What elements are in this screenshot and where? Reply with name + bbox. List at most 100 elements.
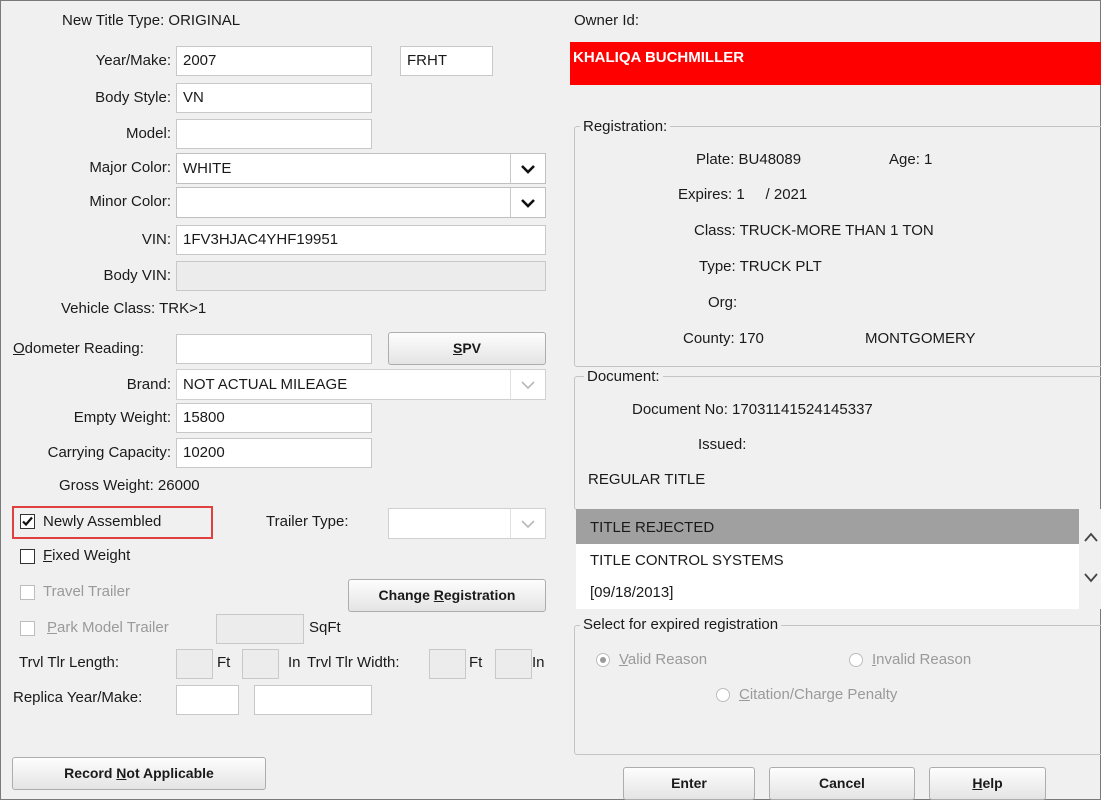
chevron-down-icon[interactable] bbox=[510, 509, 545, 538]
gross-weight-label: Gross Weight: 26000 bbox=[59, 477, 200, 494]
carrying-capacity-input[interactable]: 10200 bbox=[176, 438, 372, 468]
model-label: Model: bbox=[125, 125, 171, 142]
list-item[interactable]: TITLE CONTROL SYSTEMS bbox=[576, 544, 1079, 576]
enter-button[interactable]: Enter bbox=[623, 767, 755, 800]
body-style-input[interactable]: VN bbox=[176, 83, 372, 113]
empty-weight-input[interactable]: 15800 bbox=[176, 403, 372, 433]
registration-group bbox=[574, 126, 1101, 367]
replica-year-input[interactable] bbox=[176, 685, 239, 715]
length-in-label: In bbox=[288, 654, 301, 671]
new-title-type-label: New Title Type: ORIGINAL bbox=[62, 12, 241, 29]
list-item-label: TITLE REJECTED bbox=[590, 519, 715, 536]
help-button[interactable]: Help bbox=[929, 767, 1046, 800]
model-input[interactable] bbox=[176, 119, 372, 149]
trvl-tlr-length-label: Trvl Tlr Length: bbox=[19, 654, 120, 671]
replica-make-input[interactable] bbox=[254, 685, 372, 715]
citation-charge-penalty-label: Citation/Charge Penalty bbox=[739, 686, 898, 703]
list-scrollbar[interactable] bbox=[1079, 509, 1101, 609]
spv-button[interactable]: SPV bbox=[388, 332, 546, 365]
sqft-input[interactable] bbox=[216, 614, 304, 644]
owner-name: KHALIQA BUCHMILLER bbox=[573, 49, 745, 66]
invalid-reason-radio[interactable] bbox=[849, 653, 863, 667]
carrying-capacity-label: Carrying Capacity: bbox=[47, 444, 171, 461]
odometer-input[interactable] bbox=[176, 334, 372, 364]
width-in-input[interactable] bbox=[495, 649, 532, 679]
trailer-type-select[interactable] bbox=[388, 508, 546, 539]
valid-reason-radio[interactable] bbox=[596, 653, 610, 667]
chevron-down-icon[interactable] bbox=[510, 370, 545, 399]
trvl-tlr-width-label: Trvl Tlr Width: bbox=[307, 654, 400, 671]
expires-label: Expires: 1 / 2021 bbox=[678, 186, 808, 203]
brand-label: Brand: bbox=[126, 376, 171, 393]
fixed-weight-checkbox[interactable] bbox=[20, 549, 35, 564]
chevron-down-icon[interactable] bbox=[510, 154, 545, 183]
major-color-value: WHITE bbox=[183, 160, 232, 177]
width-ft-input[interactable] bbox=[429, 649, 466, 679]
width-in-label: In bbox=[532, 654, 545, 671]
length-in-input[interactable] bbox=[242, 649, 279, 679]
class-label: Class: TRUCK-MORE THAN 1 TON bbox=[694, 222, 934, 239]
county-name-label: MONTGOMERY bbox=[865, 330, 976, 347]
age-label: Age: 1 bbox=[889, 151, 933, 168]
travel-trailer-checkbox[interactable] bbox=[20, 585, 35, 600]
brand-value: NOT ACTUAL MILEAGE bbox=[183, 376, 348, 393]
newly-assembled-checkbox[interactable] bbox=[20, 514, 35, 529]
list-item-selected[interactable]: TITLE REJECTED bbox=[576, 509, 1079, 544]
checkmark-icon bbox=[22, 516, 33, 527]
valid-reason-label: Valid Reason bbox=[619, 651, 708, 668]
brand-select[interactable]: NOT ACTUAL MILEAGE bbox=[176, 369, 546, 400]
body-vin-label: Body VIN: bbox=[103, 267, 171, 284]
citation-charge-penalty-radio[interactable] bbox=[716, 688, 730, 702]
owner-id-label: Owner Id: bbox=[574, 12, 640, 29]
major-color-label: Major Color: bbox=[89, 159, 171, 176]
chevron-down-icon[interactable] bbox=[510, 188, 545, 217]
regular-title-label: REGULAR TITLE bbox=[588, 471, 706, 488]
year-make-label: Year/Make: bbox=[95, 52, 171, 69]
list-item-label: [09/18/2013] bbox=[590, 584, 674, 601]
length-ft-label: Ft bbox=[217, 654, 231, 671]
width-ft-label: Ft bbox=[469, 654, 483, 671]
odometer-label: Odometer Reading: bbox=[13, 340, 144, 357]
chevron-down-icon[interactable] bbox=[1083, 572, 1099, 584]
newly-assembled-label: Newly Assembled bbox=[43, 513, 162, 530]
vin-label: VIN: bbox=[141, 231, 171, 248]
document-group bbox=[574, 376, 1101, 510]
list-item-label: TITLE CONTROL SYSTEMS bbox=[590, 552, 784, 569]
document-group-title: Document: bbox=[584, 368, 663, 386]
vehicle-class-label: Vehicle Class: TRK>1 bbox=[61, 300, 207, 317]
empty-weight-label: Empty Weight: bbox=[73, 409, 171, 426]
sqft-label: SqFt bbox=[309, 619, 341, 636]
body-style-label: Body Style: bbox=[95, 89, 171, 106]
org-label: Org: bbox=[708, 294, 738, 311]
length-ft-input[interactable] bbox=[176, 649, 213, 679]
type-label: Type: TRUCK PLT bbox=[699, 258, 822, 275]
change-registration-button[interactable]: Change Registration bbox=[348, 579, 546, 612]
registration-group-title: Registration: bbox=[580, 118, 671, 136]
plate-label: Plate: BU48089 bbox=[696, 151, 802, 168]
minor-color-label: Minor Color: bbox=[89, 193, 171, 210]
county-label: County: 170 bbox=[683, 330, 764, 347]
form-window: New Title Type: ORIGINAL Year/Make: 2007… bbox=[0, 0, 1101, 800]
minor-color-select[interactable] bbox=[176, 187, 546, 218]
major-color-select[interactable]: WHITE bbox=[176, 153, 546, 184]
vin-input[interactable]: 1FV3HJAC4YHF19951 bbox=[176, 225, 546, 255]
owner-name-banner: KHALIQA BUCHMILLER bbox=[570, 42, 1101, 85]
issued-label: Issued: bbox=[698, 436, 747, 453]
list-item[interactable]: [09/18/2013] bbox=[576, 576, 1079, 609]
fixed-weight-label: Fixed Weight bbox=[43, 547, 131, 564]
expired-registration-title: Select for expired registration bbox=[580, 616, 782, 634]
cancel-button[interactable]: Cancel bbox=[769, 767, 915, 800]
travel-trailer-label: Travel Trailer bbox=[43, 583, 130, 600]
replica-year-make-label: Replica Year/Make: bbox=[13, 689, 143, 706]
record-not-applicable-button[interactable]: Record Not Applicable bbox=[12, 757, 266, 790]
document-no-label: Document No: 17031141524145337 bbox=[632, 401, 873, 418]
chevron-up-icon[interactable] bbox=[1083, 531, 1099, 543]
make-input[interactable]: FRHT bbox=[400, 46, 493, 76]
body-vin-input[interactable] bbox=[176, 261, 546, 291]
invalid-reason-label: Invalid Reason bbox=[872, 651, 972, 668]
trailer-type-label: Trailer Type: bbox=[266, 513, 349, 530]
park-model-trailer-label: Park Model Trailer bbox=[47, 619, 169, 636]
park-model-trailer-checkbox[interactable] bbox=[20, 621, 35, 636]
title-status-list[interactable]: TITLE REJECTED TITLE CONTROL SYSTEMS [09… bbox=[576, 509, 1101, 609]
year-input[interactable]: 2007 bbox=[176, 46, 372, 76]
